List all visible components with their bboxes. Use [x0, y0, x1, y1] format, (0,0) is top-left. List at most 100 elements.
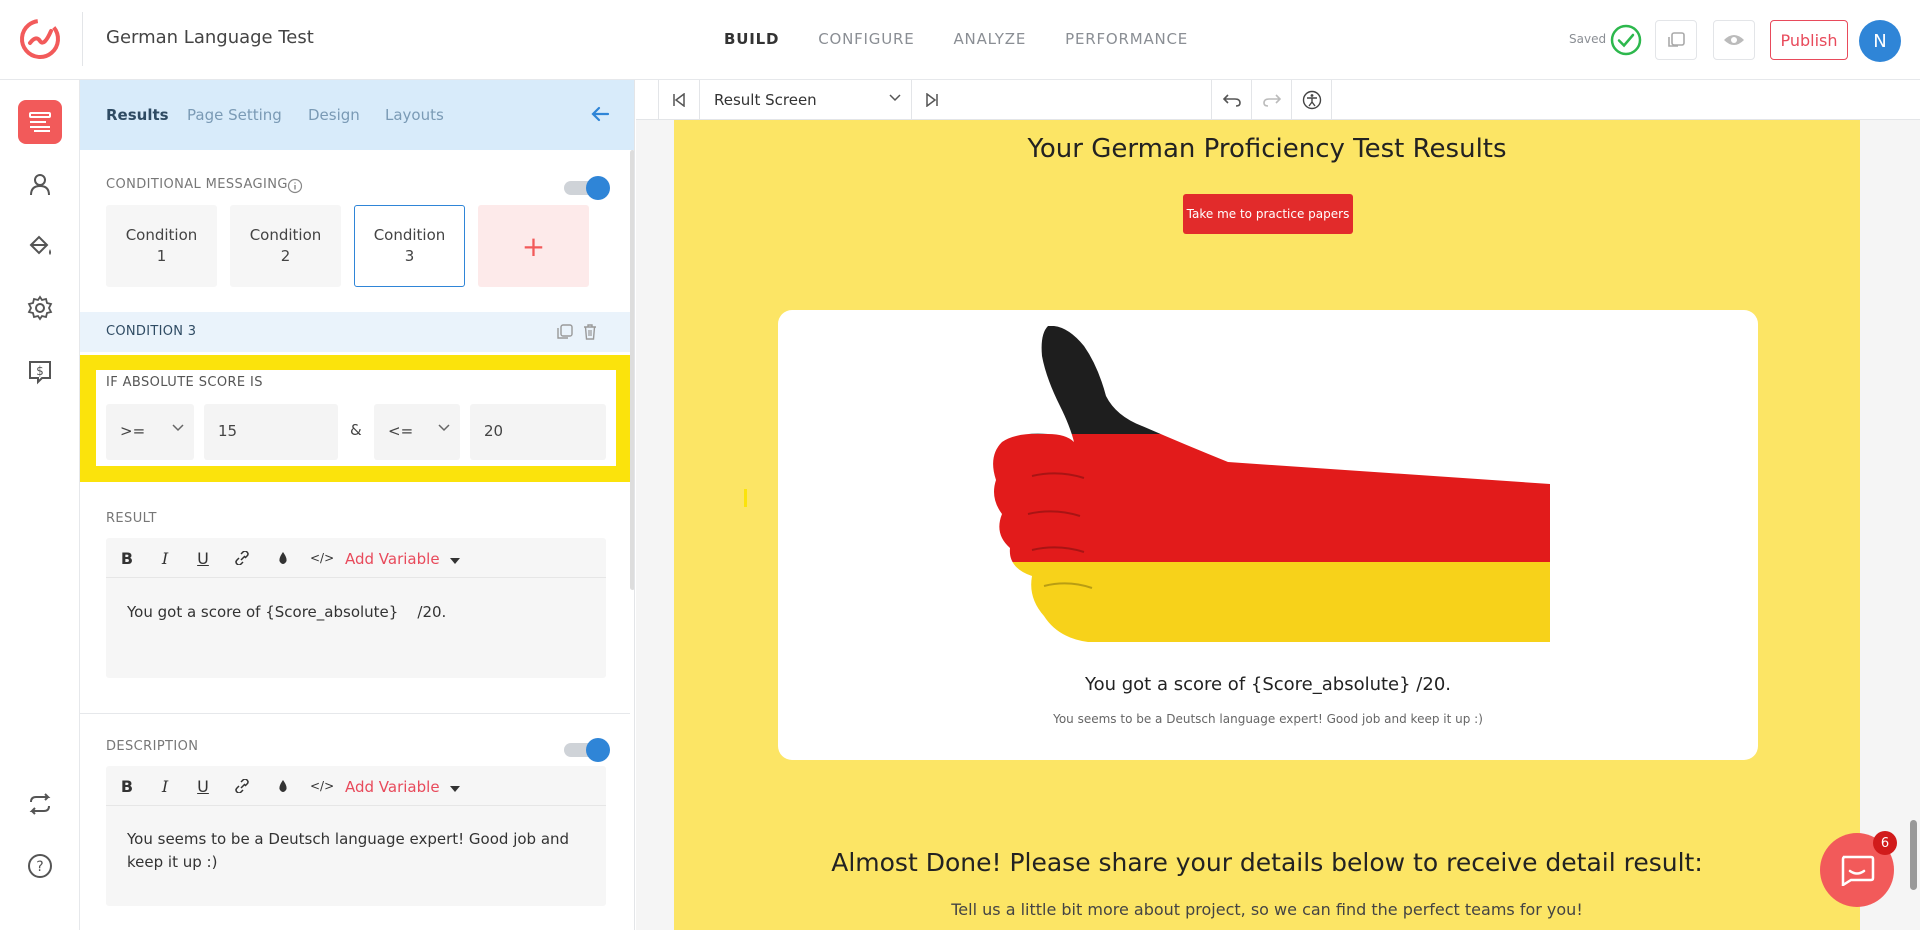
description-label: DESCRIPTION — [106, 739, 199, 754]
redo-button[interactable] — [1252, 80, 1292, 120]
condition-card-title: Condition — [373, 226, 446, 244]
bold-icon[interactable]: B — [118, 777, 136, 796]
toggle-knob — [586, 176, 610, 200]
condition-card-number: 2 — [280, 247, 291, 265]
tab-page-setting[interactable]: Page Setting — [187, 106, 282, 124]
tab-design[interactable]: Design — [308, 106, 360, 124]
max-score-input[interactable]: 20 — [470, 404, 606, 460]
underline-icon[interactable]: U — [194, 777, 212, 796]
rail-settings[interactable] — [18, 286, 62, 330]
result-editor[interactable]: B I U </> Add Variable You got a score o… — [106, 538, 606, 678]
undo-button[interactable] — [1212, 80, 1252, 120]
operator-value: <= — [388, 422, 414, 440]
app-title[interactable]: German Language Test — [106, 27, 314, 48]
result-screen-canvas: Your German Proficiency Test Results Tak… — [674, 120, 1860, 930]
sync-icon — [29, 793, 51, 815]
conditional-messaging-toggle[interactable] — [564, 176, 610, 200]
rail-help[interactable]: ? — [18, 844, 62, 888]
description-toggle[interactable] — [564, 738, 610, 762]
underline-icon[interactable]: U — [194, 549, 212, 568]
chevron-down-icon — [172, 424, 184, 432]
link-icon[interactable] — [233, 551, 251, 565]
last-screen-button[interactable] — [912, 80, 952, 120]
bold-icon[interactable]: B — [118, 549, 136, 568]
max-score-value: 20 — [484, 422, 504, 440]
toggle-knob — [586, 738, 610, 762]
description-text[interactable]: You seems to be a Deutsch language exper… — [778, 712, 1758, 726]
preview-scrollbar[interactable] — [1910, 820, 1917, 890]
add-variable-label: Add Variable — [345, 778, 440, 796]
condition-card-3[interactable]: Condition 3 — [354, 205, 465, 287]
practice-papers-button[interactable]: Take me to practice papers — [1183, 194, 1353, 234]
condition-header: CONDITION 3 — [80, 312, 630, 352]
duplicate-button[interactable] — [1655, 20, 1697, 60]
condition-card-label: Condition 2 — [250, 225, 322, 267]
operator-select-max[interactable]: <= — [374, 404, 460, 460]
preview-button[interactable] — [1713, 20, 1755, 60]
rail-design[interactable] — [18, 224, 62, 268]
preview-area: Result Screen Your German Proficiency Te… — [636, 80, 1920, 930]
condition-card-label: Condition 3 — [374, 225, 446, 267]
tab-configure[interactable]: CONFIGURE — [818, 30, 914, 48]
min-score-input[interactable]: 15 — [204, 404, 338, 460]
rail-layout[interactable] — [18, 100, 62, 144]
operator-select-min[interactable]: >= — [106, 404, 194, 460]
description-editor[interactable]: B I U </> Add Variable You seems to be a… — [106, 766, 606, 906]
lead-form-subtitle[interactable]: Tell us a little bit more about project,… — [674, 900, 1860, 919]
caret-down-icon — [450, 786, 461, 792]
italic-icon[interactable]: I — [156, 777, 174, 796]
rail-users[interactable] — [18, 162, 62, 206]
add-variable-dropdown[interactable]: Add Variable — [345, 778, 461, 796]
app-logo-icon[interactable] — [18, 17, 62, 61]
color-drop-icon[interactable] — [274, 551, 292, 566]
rail-sync[interactable] — [18, 782, 62, 826]
color-drop-icon[interactable] — [274, 779, 292, 794]
settings-panel: Results Page Setting Design Layouts COND… — [80, 80, 635, 930]
code-icon[interactable]: </> — [310, 779, 334, 793]
paint-bucket-icon — [29, 235, 51, 255]
add-variable-dropdown[interactable]: Add Variable — [345, 550, 461, 568]
link-icon[interactable] — [233, 779, 251, 793]
tab-performance[interactable]: PERFORMANCE — [1065, 30, 1188, 48]
chevron-down-icon — [438, 424, 450, 432]
condition-card-number: 1 — [156, 247, 167, 265]
condition-card-2[interactable]: Condition 2 — [230, 205, 341, 287]
trash-icon[interactable] — [582, 323, 598, 340]
help-icon: ? — [28, 854, 52, 878]
result-page-title[interactable]: Your German Proficiency Test Results — [674, 134, 1860, 164]
publish-button[interactable]: Publish — [1770, 20, 1848, 60]
condition-card-title: Condition — [125, 226, 198, 244]
score-text[interactable]: You got a score of {Score_absolute} /20. — [778, 674, 1758, 695]
panel-scrollbar[interactable] — [630, 150, 634, 590]
rail-pricing[interactable]: $ — [18, 350, 62, 394]
tab-build[interactable]: BUILD — [724, 30, 779, 48]
result-card[interactable]: You got a score of {Score_absolute} /20.… — [778, 310, 1758, 760]
lead-form-title[interactable]: Almost Done! Please share your details b… — [674, 848, 1860, 877]
first-screen-button[interactable] — [658, 80, 700, 120]
arrow-left-icon[interactable] — [588, 102, 612, 126]
redo-icon — [1262, 94, 1281, 107]
main-nav: BUILD CONFIGURE ANALYZE PERFORMANCE — [724, 30, 1227, 48]
condition-card-1[interactable]: Condition 1 — [106, 205, 217, 287]
description-text[interactable]: You seems to be a Deutsch language exper… — [127, 828, 587, 874]
chat-icon — [1841, 855, 1875, 886]
top-bar: German Language Test BUILD CONFIGURE ANA… — [0, 0, 1920, 80]
accessibility-button[interactable] — [1292, 80, 1332, 120]
tab-analyze[interactable]: ANALYZE — [953, 30, 1026, 48]
add-variable-label: Add Variable — [345, 550, 440, 568]
copy-icon[interactable] — [556, 324, 574, 340]
saved-status: Saved — [1569, 32, 1607, 46]
drag-marker — [744, 489, 747, 507]
tab-results[interactable]: Results — [106, 106, 169, 124]
add-condition-button[interactable]: + — [478, 205, 589, 287]
code-icon[interactable]: </> — [310, 551, 334, 565]
skip-forward-icon — [926, 93, 938, 107]
screen-select[interactable]: Result Screen — [700, 80, 912, 120]
avatar[interactable]: N — [1859, 20, 1901, 62]
tab-layouts[interactable]: Layouts — [385, 106, 444, 124]
italic-icon[interactable]: I — [156, 549, 174, 568]
accessibility-icon — [1302, 90, 1321, 110]
result-text[interactable]: You got a score of {Score_absolute} /20. — [127, 601, 587, 624]
info-icon[interactable] — [287, 178, 303, 194]
german-flag-thumbs-up-image — [993, 326, 1550, 642]
